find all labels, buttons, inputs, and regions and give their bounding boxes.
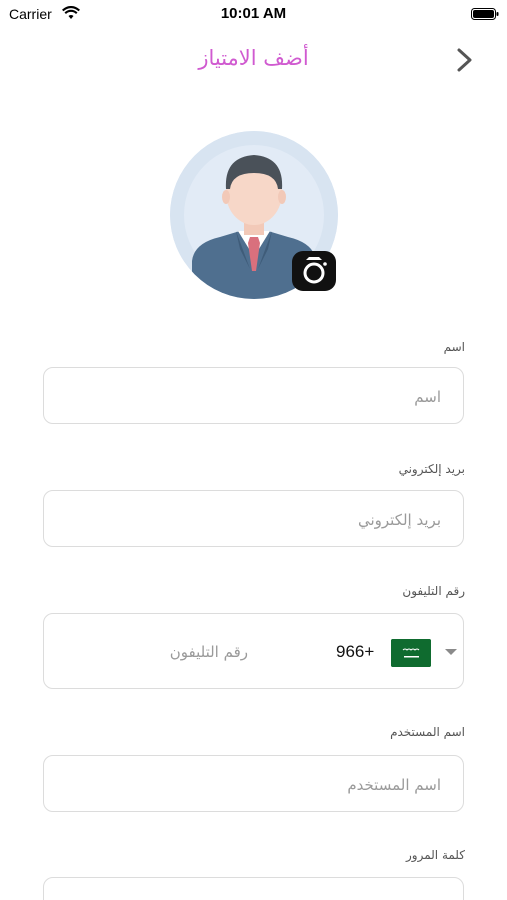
phone-field[interactable]: 966+ <box>43 613 464 690</box>
country-dropdown-icon[interactable] <box>445 649 457 655</box>
email-label: بريد إلكتروني <box>398 462 465 476</box>
username-field[interactable] <box>43 755 464 813</box>
phone-label: رقم التليفون <box>402 584 465 598</box>
password-field[interactable] <box>43 877 464 900</box>
status-time: 10:01 AM <box>220 5 287 22</box>
name-label: اسم <box>443 340 465 354</box>
phone-number-input[interactable] <box>66 614 250 690</box>
name-input[interactable] <box>58 368 443 425</box>
password-input[interactable] <box>58 878 443 900</box>
email-input[interactable] <box>58 491 443 548</box>
battery-icon <box>471 8 499 20</box>
status-bar: Carrier 10:01 AM <box>0 0 507 28</box>
add-privilege-screen: Carrier 10:01 AM أضف الامتياز اسم اسم بر… <box>0 0 507 900</box>
username-input[interactable] <box>58 756 443 813</box>
saudi-flag-icon[interactable] <box>391 639 431 667</box>
password-label: كلمة المرور <box>405 848 465 862</box>
dial-code: 966+ <box>336 642 375 661</box>
name-field[interactable] <box>43 367 464 425</box>
camera-icon[interactable] <box>291 250 337 292</box>
chevron-right-icon[interactable] <box>452 44 478 76</box>
username-label: اسم المستخدم <box>390 725 465 739</box>
email-field[interactable] <box>43 490 464 548</box>
page-title: أضف الامتياز <box>198 46 309 70</box>
